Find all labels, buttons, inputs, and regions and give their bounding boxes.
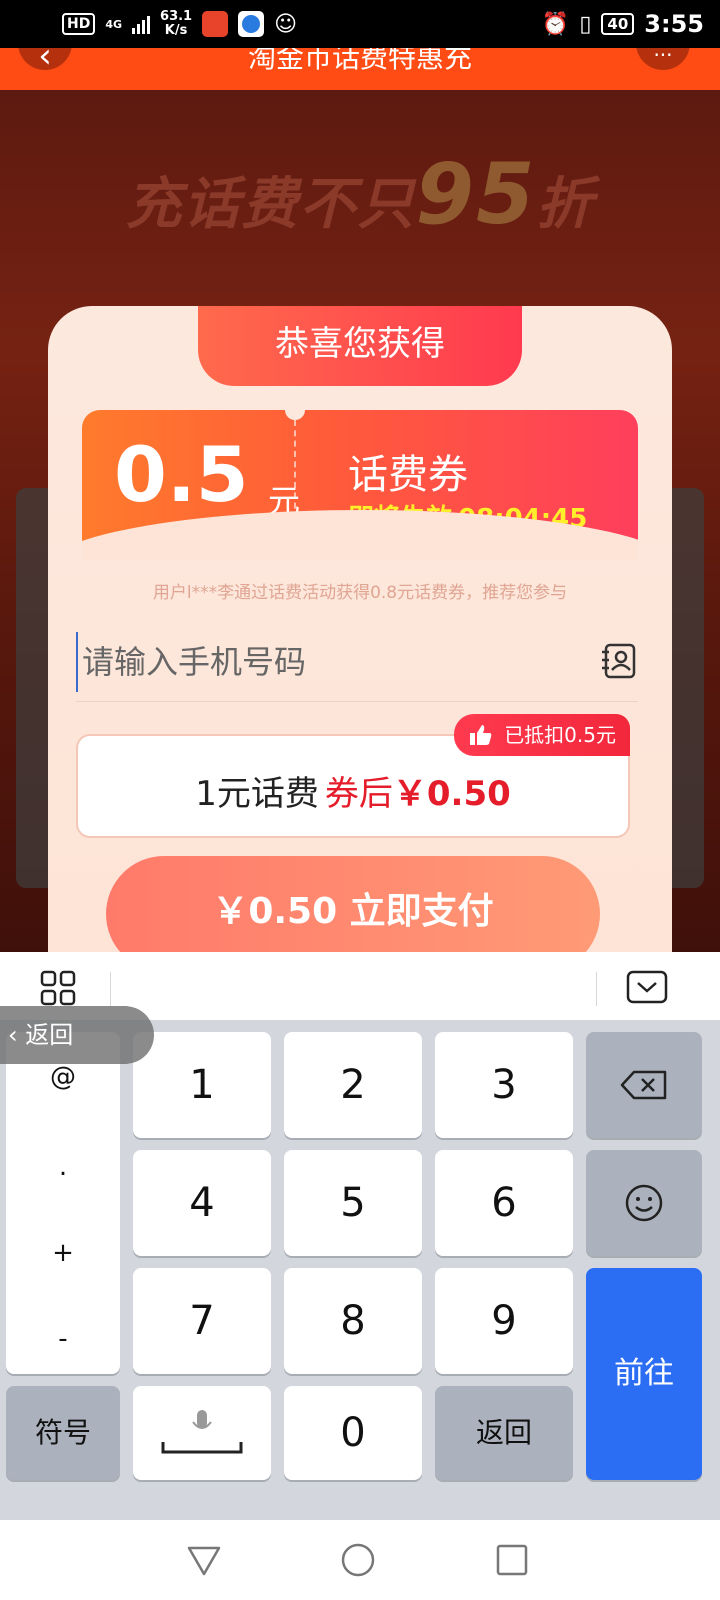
toolbar-separator	[596, 972, 597, 1006]
recents-square-icon[interactable]	[494, 1542, 530, 1578]
space-key[interactable]	[133, 1386, 271, 1480]
go-key[interactable]: 前往	[586, 1268, 702, 1480]
key-9[interactable]: 9	[435, 1268, 573, 1374]
network-speed: 63.1 K/s	[160, 10, 192, 38]
pay-now-button[interactable]: ￥0.50 立即支付	[106, 856, 600, 952]
after-coupon-label: 券后	[324, 774, 393, 814]
return-key[interactable]: 返回	[435, 1386, 573, 1480]
key-8[interactable]: 8	[284, 1268, 422, 1374]
speed-unit: K/s	[164, 23, 188, 38]
banner-text: 充话费不只	[125, 172, 416, 237]
product-name: 1元话费	[195, 774, 319, 814]
promo-banner: 充话费不只95折	[0, 145, 720, 243]
return-tooltip-label: 返回	[25, 1021, 74, 1049]
deduct-badge-text: 已抵扣0.5元	[504, 723, 616, 747]
browser-notification-icon	[238, 11, 265, 37]
smiley-icon	[625, 1184, 663, 1222]
hide-keyboard-icon[interactable]	[626, 970, 668, 1004]
grid-menu-icon[interactable]	[40, 970, 76, 1006]
phone-number-input[interactable]	[76, 632, 566, 692]
key-minus[interactable]: -	[6, 1324, 120, 1354]
backspace-key[interactable]	[586, 1032, 702, 1138]
signal-icon	[132, 14, 151, 34]
app-notification-icon	[202, 11, 229, 37]
thumbs-up-icon	[470, 725, 492, 745]
popup-title: 恭喜您获得	[198, 306, 522, 386]
banner-suffix: 折	[536, 172, 595, 237]
key-7[interactable]: 7	[133, 1268, 271, 1374]
hd-indicator: HD	[62, 13, 96, 35]
emoji-key[interactable]	[586, 1150, 702, 1256]
banner-discount: 95	[415, 145, 537, 243]
chevron-left-icon: ‹	[8, 1021, 26, 1049]
home-circle-icon[interactable]	[340, 1542, 376, 1578]
key-2[interactable]: 2	[284, 1032, 422, 1138]
key-1[interactable]: 1	[133, 1032, 271, 1138]
network-type: 4G	[105, 17, 123, 31]
microphone-space-icon	[161, 1410, 243, 1454]
contacts-icon[interactable]	[600, 642, 638, 680]
status-bar: HD 4G 63.1 K/s ☺ ⏰ ▯ 40 3:55	[0, 0, 720, 48]
key-at[interactable]: @	[6, 1062, 120, 1092]
toolbar-separator	[110, 972, 111, 1006]
key-dot[interactable]: .	[6, 1152, 120, 1182]
key-4[interactable]: 4	[133, 1150, 271, 1256]
product-option[interactable]: 已抵扣0.5元 1元话费 券后￥0.50	[76, 714, 630, 838]
key-3[interactable]: 3	[435, 1032, 573, 1138]
app-header: ‹ 淘金币话费特惠充 ···	[0, 48, 720, 90]
alarm-icon: ⏰	[541, 11, 570, 37]
key-6[interactable]: 6	[435, 1150, 573, 1256]
activity-notice: 用户l***李通过话费活动获得0.8元话费券，推荐您参与	[152, 583, 568, 603]
back-triangle-icon[interactable]	[186, 1542, 222, 1578]
numeric-keyboard: @ . + - 1 2 3 4 5 6 7 8 9 前往 符号 0 返回	[0, 1020, 720, 1520]
coupon-popup: 恭喜您获得 0.5 元 话费券 即将失效08:04:45 用户l***李通过话费…	[48, 306, 672, 952]
system-navigation-bar	[0, 1520, 720, 1600]
key-5[interactable]: 5	[284, 1150, 422, 1256]
coupon-card: 0.5 元 话费券 即将失效08:04:45	[82, 410, 638, 560]
symbols-key[interactable]: 符号	[6, 1386, 120, 1480]
phone-input-row	[76, 622, 638, 702]
product-price: ￥0.50	[392, 774, 511, 814]
qq-icon: ☺	[274, 11, 298, 37]
key-0[interactable]: 0	[284, 1386, 422, 1480]
coupon-type: 话费券	[348, 452, 468, 498]
battery-icon: 40	[601, 13, 635, 35]
clock: 3:55	[644, 10, 704, 38]
product-text: 1元话费 券后￥0.50	[78, 766, 628, 815]
key-plus[interactable]: +	[6, 1238, 120, 1268]
vibrate-icon: ▯	[579, 11, 592, 37]
deduct-badge: 已抵扣0.5元	[454, 714, 630, 756]
coupon-notch	[285, 410, 305, 420]
coupon-amount: 0.5	[114, 430, 249, 519]
symbol-column: @ . + -	[6, 1032, 120, 1374]
backspace-icon	[620, 1070, 667, 1100]
page-title: 淘金币话费特惠充	[247, 48, 472, 74]
speed-value: 63.1	[160, 9, 193, 24]
return-tooltip-button[interactable]: ‹ 返回	[0, 1006, 154, 1064]
